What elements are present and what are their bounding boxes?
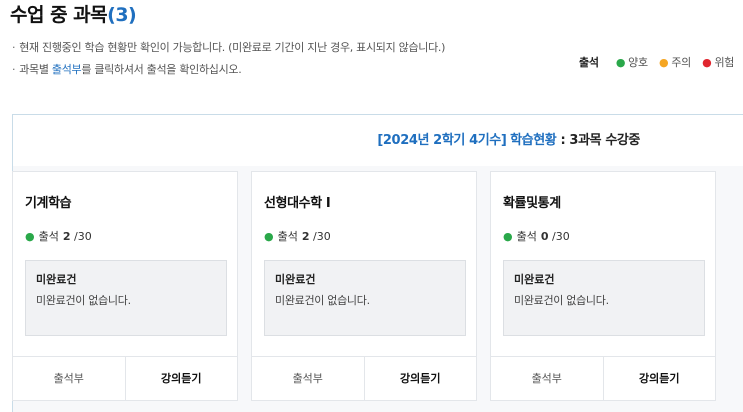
attendance-total: /30 [74, 230, 92, 243]
legend-item-text: 위험 [714, 56, 735, 69]
course-card: 선형대수학 I ● 출석 2 /30 미완료건 미완료건이 없습니다. 출석부 강의… [251, 171, 477, 401]
green-dot-icon: ● [264, 230, 274, 243]
incomplete-title: 미완료건 [514, 273, 555, 286]
attendance-count: 2 [62, 230, 71, 243]
attendance-label: 출석 [516, 230, 537, 243]
attendance-count: 2 [301, 230, 310, 243]
attendance-link[interactable]: 출석부 [52, 63, 82, 76]
attendance-status: ● 출석 0 /30 [503, 228, 570, 244]
course-count: (3) [107, 4, 137, 26]
bullet-dot: · [12, 63, 16, 76]
course-name: 기계학습 [25, 196, 72, 211]
incomplete-box: 미완료건 미완료건이 없습니다. [25, 260, 227, 336]
course-card: 기계학습 ● 출석 2 /30 미완료건 미완료건이 없습니다. 출석부 강의듣기 [12, 171, 238, 401]
incomplete-box: 미완료건 미완료건이 없습니다. [503, 260, 705, 336]
attendance-status: ● 출석 2 /30 [264, 228, 331, 244]
watch-lecture-button[interactable]: 강의듣기 [126, 357, 238, 400]
term-label: [2024년 2학기 4기수] [377, 133, 507, 148]
notice-item: · 현재 진행중인 학습 현황만 확인이 가능합니다. (미완료로 기간이 지난 … [12, 40, 445, 62]
attendance-total: /30 [552, 230, 570, 243]
panel-header: [2024년 2학기 4기수] 학습현황 : 3과목 수강중 [13, 115, 743, 166]
red-dot-icon: ● [702, 56, 712, 69]
attendance-count: 0 [540, 230, 549, 243]
course-card: 확률및통계 ● 출석 0 /30 미완료건 미완료건이 없습니다. 출석부 강의듣기 [490, 171, 716, 401]
incomplete-text: 미완료건이 없습니다. [275, 294, 370, 307]
watch-lecture-button[interactable]: 강의듣기 [604, 357, 716, 400]
orange-dot-icon: ● [659, 56, 669, 69]
attendance-label: 출석 [38, 230, 59, 243]
page-title-text: 수업 중 과목 [10, 4, 108, 26]
attendance-status: ● 출석 2 /30 [25, 228, 92, 244]
legend-item-danger: ● 위험 [702, 56, 734, 69]
card-actions: 출석부 강의듣기 [13, 356, 237, 400]
card-actions: 출석부 강의듣기 [252, 356, 476, 400]
incomplete-box: 미완료건 미완료건이 없습니다. [264, 260, 466, 336]
incomplete-text: 미완료건이 없습니다. [36, 294, 131, 307]
course-name: 선형대수학 I [264, 196, 331, 211]
legend-item-text: 주의 [671, 56, 691, 69]
notice-item: · 과목별 출석부를 클릭하셔서 출석을 확인하십시오. [12, 62, 445, 84]
attendance-label: 출석 [277, 230, 298, 243]
card-actions: 출석부 강의듣기 [491, 356, 715, 400]
legend-item-caution: ● 주의 [659, 56, 691, 69]
legend-item-text: 양호 [628, 56, 648, 69]
green-dot-icon: ● [503, 230, 513, 243]
attendance-book-button[interactable]: 출석부 [13, 357, 126, 400]
attendance-total: /30 [313, 230, 331, 243]
notice-list: · 현재 진행중인 학습 현황만 확인이 가능합니다. (미완료로 기간이 지난 … [12, 40, 445, 84]
attendance-legend: 출석 ● 양호 ● 주의 ● 위험 [579, 54, 734, 70]
study-status-link[interactable]: 학습현황 [510, 133, 557, 148]
incomplete-title: 미완료건 [275, 273, 316, 286]
page-title: 수업 중 과목(3) [10, 0, 137, 27]
notice-text-prefix: 과목별 [19, 63, 52, 76]
incomplete-title: 미완료건 [36, 273, 77, 286]
legend-label: 출석 [579, 56, 599, 69]
bullet-dot: · [12, 41, 16, 54]
course-name: 확률및통계 [503, 196, 561, 211]
incomplete-text: 미완료건이 없습니다. [514, 294, 609, 307]
notice-text: 현재 진행중인 학습 현황만 확인이 가능합니다. (미완료로 기간이 지난 경… [19, 41, 446, 54]
watch-lecture-button[interactable]: 강의듣기 [365, 357, 477, 400]
attendance-book-button[interactable]: 출석부 [252, 357, 365, 400]
notice-text-suffix: 를 클릭하셔서 출석을 확인하십시오. [81, 63, 242, 76]
attendance-book-button[interactable]: 출석부 [491, 357, 604, 400]
green-dot-icon: ● [25, 230, 35, 243]
green-dot-icon: ● [615, 56, 626, 69]
course-summary: : 3과목 수강중 [556, 133, 641, 148]
legend-item-good: ● 양호 [616, 56, 648, 69]
